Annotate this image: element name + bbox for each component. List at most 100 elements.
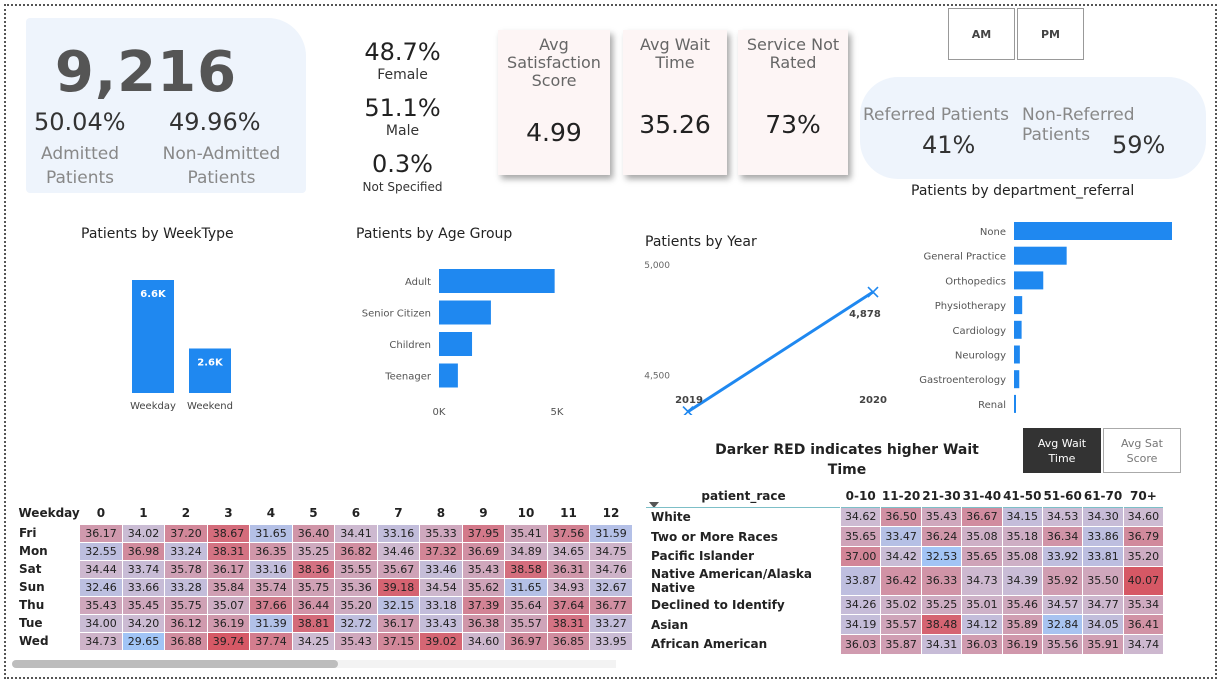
heatmap-cell[interactable]: 34.74 — [1122, 633, 1165, 655]
heatmap-column-header[interactable]: 61-70 — [1083, 485, 1123, 507]
heatmap-cell[interactable]: 36.17 — [376, 613, 421, 633]
heatmap-cell[interactable]: 36.44 — [291, 595, 336, 615]
heatmap-cell[interactable]: 38.31 — [546, 613, 591, 633]
avg-wait-toggle[interactable]: Avg Wait Time — [1023, 428, 1101, 473]
heatmap-cell[interactable]: 34.93 — [546, 577, 591, 597]
heatmap-cell[interactable]: 34.57 — [1041, 594, 1084, 616]
heatmap-cell[interactable]: 35.34 — [1122, 594, 1165, 616]
heatmap-cell[interactable]: 33.18 — [419, 595, 463, 615]
heatmap-cell[interactable]: 40.07 — [1122, 565, 1165, 596]
heatmap-cell[interactable]: 33.46 — [419, 559, 463, 579]
heatmap-cell[interactable]: 35.45 — [121, 595, 166, 615]
heatmap-cell[interactable]: 37.66 — [249, 595, 293, 615]
heatmap-cell[interactable]: 35.74 — [249, 577, 293, 597]
heatmap-cell[interactable]: 36.79 — [1122, 526, 1165, 547]
heatmap-cell[interactable]: 34.60 — [461, 631, 506, 651]
heatmap-cell[interactable]: 38.58 — [504, 559, 548, 579]
heatmap-cell[interactable]: 34.89 — [504, 541, 548, 561]
heatmap-cell[interactable]: 34.73 — [79, 631, 123, 651]
heatmap-column-header[interactable]: 9 — [462, 502, 505, 524]
heatmap-cell[interactable]: 36.40 — [291, 523, 336, 543]
heatmap-cell[interactable]: 36.98 — [121, 541, 166, 561]
heatmap-cell[interactable]: 36.42 — [880, 565, 922, 596]
heatmap-cell[interactable]: 36.17 — [79, 523, 123, 543]
pm-button[interactable]: PM — [1017, 8, 1084, 60]
heatmap-cell[interactable]: 33.95 — [589, 631, 633, 651]
avg-sat-toggle[interactable]: Avg Sat Score — [1103, 428, 1181, 473]
heatmap-column-header[interactable]: 11-20 — [881, 485, 921, 507]
heatmap-cell[interactable]: 36.31 — [546, 559, 591, 579]
heatmap-column-header[interactable]: 3 — [207, 502, 250, 524]
heatmap-cell[interactable]: 33.92 — [1041, 545, 1084, 567]
heatmap-cell[interactable]: 35.55 — [334, 559, 378, 579]
heatmap-column-header[interactable]: 70+ — [1123, 485, 1163, 507]
heatmap-cell[interactable]: 34.77 — [1082, 594, 1124, 616]
heatmap-column-header[interactable]: 7 — [377, 502, 420, 524]
heatmap-cell[interactable]: 34.76 — [589, 559, 633, 579]
heatmap-cell[interactable]: 36.88 — [164, 631, 208, 651]
heatmap-cell[interactable]: 34.05 — [1082, 614, 1124, 635]
heatmap-cell[interactable]: 33.74 — [121, 559, 166, 579]
heatmap-cell[interactable]: 34.20 — [121, 613, 166, 633]
heatmap-cell[interactable]: 34.19 — [839, 614, 882, 635]
heatmap-cell[interactable]: 36.34 — [1041, 526, 1084, 547]
heatmap-column-header[interactable]: 12 — [590, 502, 633, 524]
heatmap-cell[interactable]: 39.02 — [419, 631, 463, 651]
heatmap-cell[interactable]: 37.32 — [419, 541, 463, 561]
heatmap-cell[interactable]: 33.16 — [376, 523, 421, 543]
heatmap-cell[interactable]: 32.84 — [1041, 614, 1084, 635]
heatmap-cell[interactable]: 35.65 — [961, 545, 1003, 567]
heatmap-cell[interactable]: 37.95 — [461, 523, 506, 543]
heatmap-cell[interactable]: 36.77 — [589, 595, 633, 615]
heatmap-cell[interactable]: 31.65 — [249, 523, 293, 543]
heatmap-cell[interactable]: 34.39 — [1001, 565, 1043, 596]
heatmap-cell[interactable]: 34.73 — [961, 565, 1003, 596]
heatmap-cell[interactable]: 39.18 — [376, 577, 421, 597]
heatmap-cell[interactable]: 36.19 — [206, 613, 251, 633]
heatmap-cell[interactable]: 35.89 — [1001, 614, 1043, 635]
heatmap-cell[interactable]: 35.20 — [1122, 545, 1165, 567]
heatmap-column-header[interactable]: 2 — [165, 502, 208, 524]
heatmap-cell[interactable]: 38.31 — [206, 541, 251, 561]
heatmap-cell[interactable]: 36.97 — [504, 631, 548, 651]
heatmap-cell[interactable]: 34.53 — [1041, 506, 1084, 528]
heatmap-cell[interactable]: 33.43 — [419, 613, 463, 633]
heatmap-cell[interactable]: 38.67 — [206, 523, 251, 543]
heatmap-scrollbar[interactable] — [12, 660, 338, 668]
heatmap-cell[interactable]: 35.20 — [334, 595, 378, 615]
heatmap-column-header[interactable]: 6 — [335, 502, 378, 524]
heatmap-cell[interactable]: 35.91 — [1082, 633, 1124, 655]
heatmap-cell[interactable]: 35.43 — [79, 595, 123, 615]
heatmap-cell[interactable]: 35.46 — [1001, 594, 1043, 616]
heatmap-cell[interactable]: 34.15 — [1001, 506, 1043, 528]
heatmap-cell[interactable]: 31.39 — [249, 613, 293, 633]
heatmap-cell[interactable]: 35.43 — [461, 559, 506, 579]
heatmap-cell[interactable]: 35.78 — [164, 559, 208, 579]
heatmap-cell[interactable]: 36.67 — [961, 506, 1003, 528]
heatmap-cell[interactable]: 34.00 — [79, 613, 123, 633]
heatmap-cell[interactable]: 36.24 — [920, 526, 963, 547]
heatmap-cell[interactable]: 37.20 — [164, 523, 208, 543]
heatmap-cell[interactable]: 36.33 — [920, 565, 963, 596]
heatmap-cell[interactable]: 35.57 — [504, 613, 548, 633]
heatmap-cell[interactable]: 32.67 — [589, 577, 633, 597]
heatmap-cell[interactable]: 34.65 — [546, 541, 591, 561]
heatmap-cell[interactable]: 36.35 — [249, 541, 293, 561]
heatmap-cell[interactable]: 34.26 — [839, 594, 882, 616]
heatmap-cell[interactable]: 34.31 — [920, 633, 963, 655]
heatmap-cell[interactable]: 35.65 — [839, 526, 882, 547]
heatmap-cell[interactable]: 35.08 — [961, 526, 1003, 547]
heatmap-column-header[interactable]: 51-60 — [1042, 485, 1082, 507]
heatmap-column-header[interactable]: 4 — [250, 502, 293, 524]
heatmap-cell[interactable]: 34.75 — [589, 541, 633, 561]
heatmap-cell[interactable]: 35.92 — [1041, 565, 1084, 596]
heatmap-cell[interactable]: 35.84 — [206, 577, 251, 597]
heatmap-cell[interactable]: 31.65 — [504, 577, 548, 597]
heatmap-cell[interactable]: 33.81 — [1082, 545, 1124, 567]
heatmap-cell[interactable]: 35.36 — [334, 577, 378, 597]
heatmap-cell[interactable]: 35.64 — [504, 595, 548, 615]
heatmap-cell[interactable]: 32.46 — [79, 577, 123, 597]
heatmap-cell[interactable]: 34.30 — [1082, 506, 1124, 528]
heatmap-cell[interactable]: 35.75 — [164, 595, 208, 615]
heatmap-cell[interactable]: 37.39 — [461, 595, 506, 615]
